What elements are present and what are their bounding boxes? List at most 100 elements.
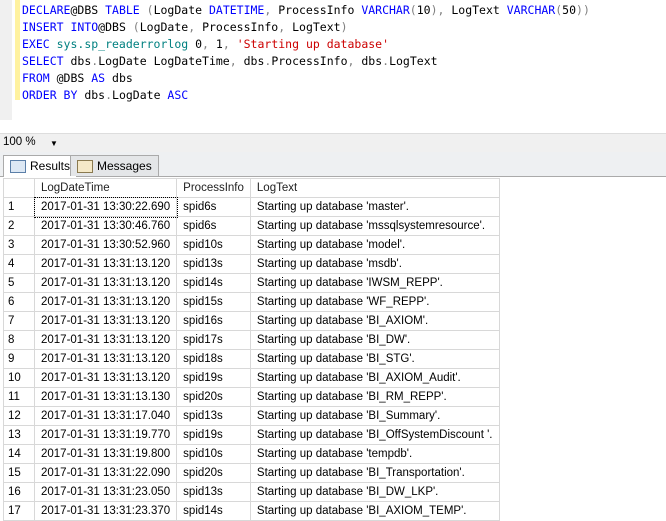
log-text-cell[interactable]: Starting up database 'tempdb'.	[249, 444, 500, 464]
process-info-cell[interactable]: spid15s	[176, 292, 251, 312]
code-token: LogText	[389, 54, 438, 68]
table-row[interactable]: 10 2017-01-31 13:31:13.120 spid19s Starting…	[3, 368, 500, 388]
process-info-cell[interactable]: spid6s	[176, 197, 251, 217]
row-number[interactable]: 10	[3, 368, 35, 388]
table-row[interactable]: 1 2017-01-31 13:30:22.690 spid6s Starting u…	[3, 196, 500, 218]
log-text-cell[interactable]: Starting up database 'BI_AXIOM_Audit'.	[249, 368, 500, 388]
row-number[interactable]: 6	[3, 292, 35, 312]
log-date-cell[interactable]: 2017-01-31 13:31:13.120	[33, 292, 178, 312]
log-date-cell[interactable]: 2017-01-31 13:31:13.120	[33, 273, 178, 293]
row-number[interactable]: 16	[3, 482, 35, 502]
process-info-cell[interactable]: spid16s	[176, 311, 251, 331]
table-row[interactable]: 2 2017-01-31 13:30:46.760 spid6s Starting u…	[3, 216, 500, 236]
row-number[interactable]: 2	[3, 216, 35, 236]
table-row[interactable]: 5 2017-01-31 13:31:13.120 spid14s Starting …	[3, 273, 500, 293]
process-info-cell[interactable]: spid13s	[176, 406, 251, 426]
log-date-cell[interactable]: 2017-01-31 13:31:23.370	[33, 501, 178, 521]
table-row[interactable]: 3 2017-01-31 13:30:52.960 spid10s Starting …	[3, 235, 500, 255]
log-date-cell[interactable]: 2017-01-31 13:31:13.130	[33, 387, 178, 407]
row-number[interactable]: 11	[3, 387, 35, 407]
table-row[interactable]: 12 2017-01-31 13:31:17.040 spid13s Starting…	[3, 406, 500, 426]
table-row[interactable]: 8 2017-01-31 13:31:13.120 spid17s Starting …	[3, 330, 500, 350]
row-number[interactable]: 13	[3, 425, 35, 445]
log-date-cell[interactable]: 2017-01-31 13:31:13.120	[33, 311, 178, 331]
log-text-cell[interactable]: Starting up database 'BI_Transportation'…	[249, 463, 500, 483]
process-info-cell[interactable]: spid14s	[176, 501, 251, 521]
row-number[interactable]: 5	[3, 273, 35, 293]
process-info-cell[interactable]: spid10s	[176, 444, 251, 464]
process-info-cell[interactable]: spid6s	[176, 216, 251, 236]
log-date-cell[interactable]: 2017-01-31 13:30:52.960	[33, 235, 178, 255]
log-text-cell[interactable]: Starting up database 'BI_STG'.	[249, 349, 500, 369]
process-info-cell[interactable]: spid13s	[176, 482, 251, 502]
log-text-cell[interactable]: Starting up database 'BI_AXIOM'.	[249, 311, 500, 331]
table-row[interactable]: 15 2017-01-31 13:31:22.090 spid20s Starting…	[3, 463, 500, 483]
table-row[interactable]: 4 2017-01-31 13:31:13.120 spid13s Starting …	[3, 254, 500, 274]
table-row[interactable]: 9 2017-01-31 13:31:13.120 spid18s Starting …	[3, 349, 500, 369]
table-row[interactable]: 11 2017-01-31 13:31:13.130 spid20s Starting…	[3, 387, 500, 407]
log-text-cell[interactable]: Starting up database 'msdb'.	[249, 254, 500, 274]
log-date-cell[interactable]: 2017-01-31 13:31:19.800	[33, 444, 178, 464]
row-number[interactable]: 7	[3, 311, 35, 331]
code-line[interactable]: EXEC sys.sp_readerrorlog 0, 1, 'Starting…	[22, 36, 389, 53]
process-info-cell[interactable]: spid20s	[176, 387, 251, 407]
row-number[interactable]: 1	[3, 197, 35, 217]
log-date-cell[interactable]: 2017-01-31 13:31:13.120	[33, 349, 178, 369]
log-date-cell[interactable]: 2017-01-31 13:31:13.120	[33, 254, 178, 274]
log-date-cell[interactable]: 2017-01-31 13:30:22.690	[33, 196, 178, 218]
log-text-cell[interactable]: Starting up database 'BI_OffSystemDiscou…	[249, 425, 500, 445]
log-date-cell[interactable]: 2017-01-31 13:31:17.040	[33, 406, 178, 426]
table-row[interactable]: 17 2017-01-31 13:31:23.370 spid14s Starting…	[3, 501, 500, 521]
row-number[interactable]: 15	[3, 463, 35, 483]
log-date-cell[interactable]: 2017-01-31 13:31:22.090	[33, 463, 178, 483]
zoom-select[interactable]: 100 %	[3, 136, 36, 148]
log-date-cell[interactable]: 2017-01-31 13:31:13.120	[33, 368, 178, 388]
row-number[interactable]: 12	[3, 406, 35, 426]
process-info-cell[interactable]: spid18s	[176, 349, 251, 369]
code-line[interactable]: ORDER BY dbs.LogDate ASC	[22, 87, 188, 104]
log-text-cell[interactable]: Starting up database 'BI_DW_LKP'.	[249, 482, 500, 502]
table-row[interactable]: 6 2017-01-31 13:31:13.120 spid15s Starting …	[3, 292, 500, 312]
process-info-cell[interactable]: spid19s	[176, 368, 251, 388]
log-date-cell[interactable]: 2017-01-31 13:31:23.050	[33, 482, 178, 502]
row-number[interactable]: 4	[3, 254, 35, 274]
process-info-cell[interactable]: spid14s	[176, 273, 251, 293]
log-text-cell[interactable]: Starting up database 'BI_Summary'.	[249, 406, 500, 426]
table-row[interactable]: 16 2017-01-31 13:31:23.050 spid13s Starting…	[3, 482, 500, 502]
log-text-cell[interactable]: Starting up database 'BI_RM_REPP'.	[249, 387, 500, 407]
process-info-cell[interactable]: spid13s	[176, 254, 251, 274]
chevron-down-icon[interactable]: ▼	[50, 139, 58, 148]
log-text-cell[interactable]: Starting up database 'IWSM_REPP'.	[249, 273, 500, 293]
log-text-cell[interactable]: Starting up database 'BI_DW'.	[249, 330, 500, 350]
row-number[interactable]: 17	[3, 501, 35, 521]
log-text-cell[interactable]: Starting up database 'WF_REPP'.	[249, 292, 500, 312]
code-line[interactable]: SELECT dbs.LogDate LogDateTime, dbs.Proc…	[22, 53, 438, 70]
log-text-cell[interactable]: Starting up database 'mssqlsystemresourc…	[249, 216, 500, 236]
column-header[interactable]: LogDateTime	[33, 178, 178, 198]
code-line[interactable]: INSERT INTO@DBS (LogDate, ProcessInfo, L…	[22, 19, 348, 36]
row-number[interactable]: 3	[3, 235, 35, 255]
row-number[interactable]: 9	[3, 349, 35, 369]
code-line[interactable]: DECLARE@DBS TABLE (LogDate DATETIME, Pro…	[22, 2, 590, 19]
log-text-cell[interactable]: Starting up database 'model'.	[249, 235, 500, 255]
log-date-cell[interactable]: 2017-01-31 13:30:46.760	[33, 216, 178, 236]
process-info-cell[interactable]: spid20s	[176, 463, 251, 483]
row-number[interactable]: 8	[3, 330, 35, 350]
column-header[interactable]: ProcessInfo	[176, 178, 251, 198]
table-row[interactable]: 14 2017-01-31 13:31:19.800 spid10s Starting…	[3, 444, 500, 464]
column-header[interactable]: LogText	[249, 178, 500, 198]
log-text-cell[interactable]: Starting up database 'BI_AXIOM_TEMP'.	[249, 501, 500, 521]
row-number[interactable]: 14	[3, 444, 35, 464]
sql-editor[interactable]: DECLARE@DBS TABLE (LogDate DATETIME, Pro…	[0, 0, 666, 120]
log-text-cell[interactable]: Starting up database 'master'.	[249, 197, 500, 217]
table-row[interactable]: 7 2017-01-31 13:31:13.120 spid16s Starting …	[3, 311, 500, 331]
log-date-cell[interactable]: 2017-01-31 13:31:19.770	[33, 425, 178, 445]
process-info-cell[interactable]: spid19s	[176, 425, 251, 445]
log-date-cell[interactable]: 2017-01-31 13:31:13.120	[33, 330, 178, 350]
process-info-cell[interactable]: spid10s	[176, 235, 251, 255]
code-line[interactable]: FROM @DBS AS dbs	[22, 70, 133, 87]
tab-messages[interactable]: Messages	[70, 155, 159, 176]
tab-results[interactable]: Results	[3, 155, 78, 177]
process-info-cell[interactable]: spid17s	[176, 330, 251, 350]
table-row[interactable]: 13 2017-01-31 13:31:19.770 spid19s Starting…	[3, 425, 500, 445]
